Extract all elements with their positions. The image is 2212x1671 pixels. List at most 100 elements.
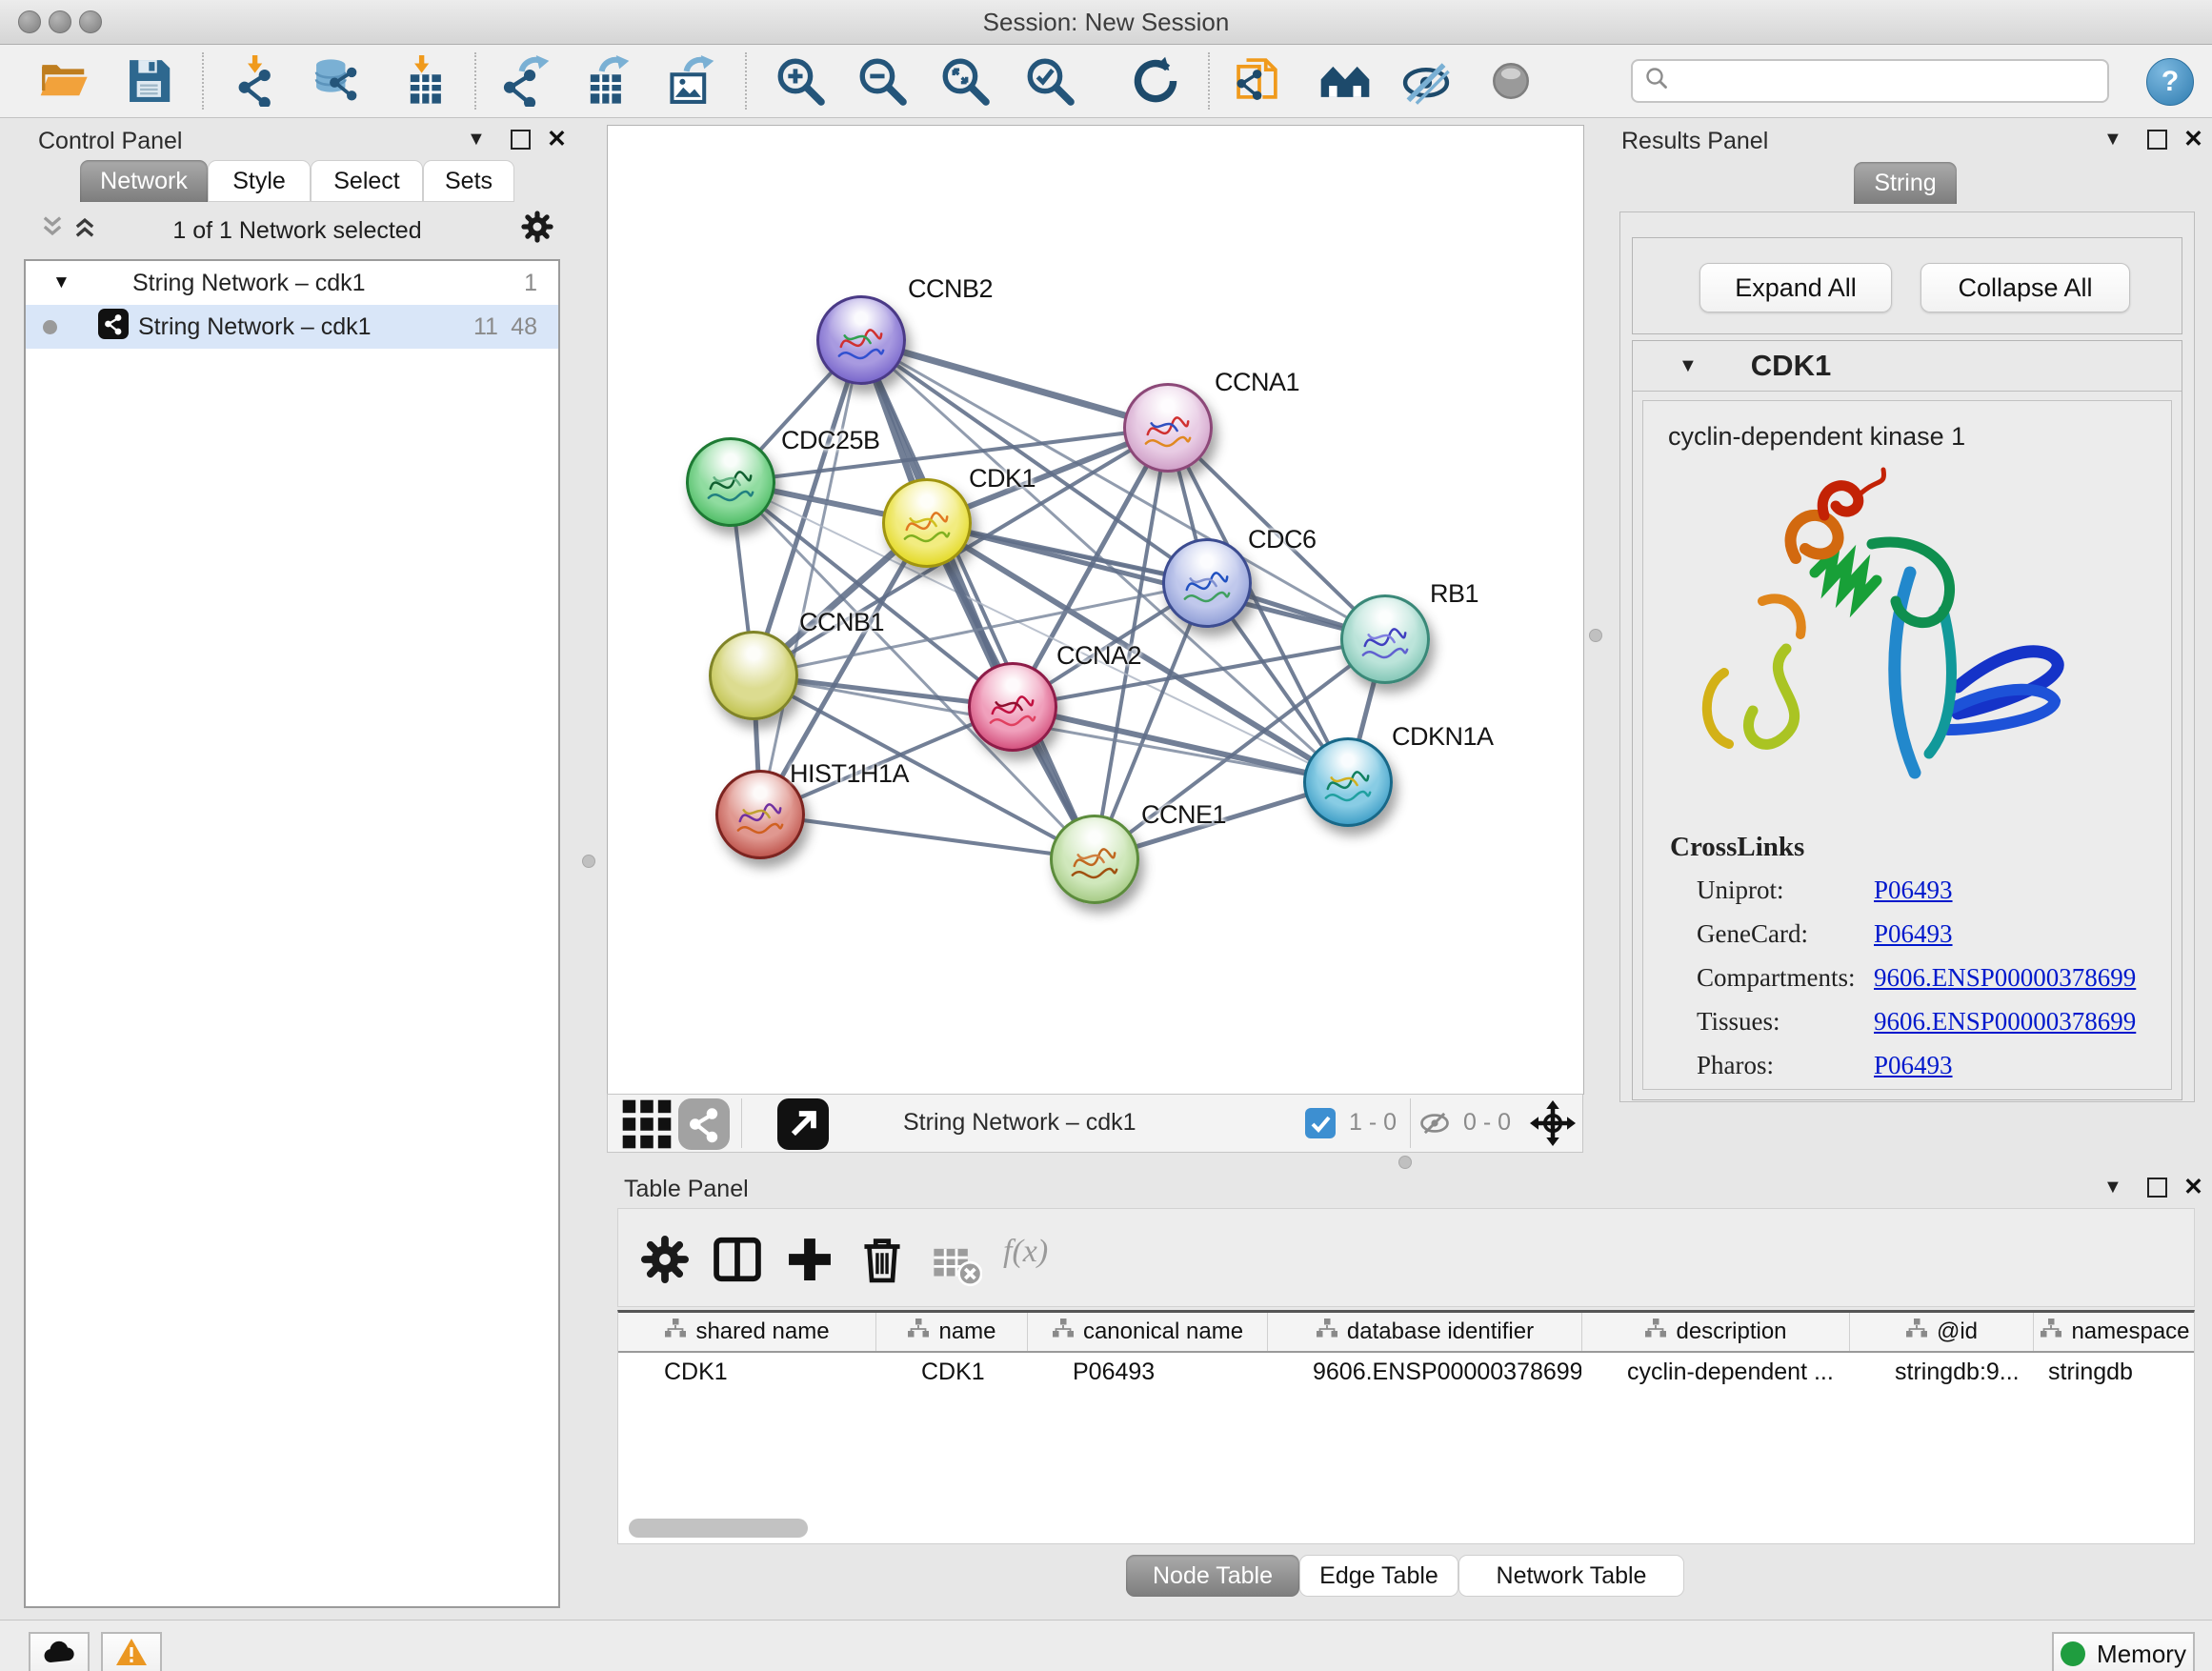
pan-crosshair-icon[interactable] [1530,1100,1576,1146]
node-rb1[interactable] [1340,594,1430,684]
gene-header-row[interactable]: ▼ CDK1 [1633,341,2182,392]
show-columns-icon[interactable] [710,1232,765,1287]
column-header-databaseidentifier[interactable]: database identifier [1267,1313,1581,1351]
control-panel-float-icon[interactable] [511,130,531,150]
main-toolbar: ? [0,45,2212,118]
string-document-share-icon[interactable] [1232,53,1287,109]
memory-button[interactable]: Memory [2052,1632,2195,1671]
results-panel-close-icon[interactable]: ✕ [2183,125,2203,153]
function-builder-icon[interactable]: f(x) [1003,1234,1048,1270]
open-in-new-icon[interactable] [775,1097,831,1152]
warning-icon [115,1638,148,1671]
node-cdc6[interactable] [1162,538,1252,628]
eye-strikethrough-icon[interactable] [1398,53,1454,109]
export-image-icon[interactable] [662,53,717,109]
column-header-description[interactable]: description [1581,1313,1849,1351]
node-cdkn1a[interactable] [1303,737,1393,827]
delete-table-icon[interactable] [929,1236,984,1291]
table-gear-icon[interactable] [637,1232,693,1287]
node-ccna1[interactable] [1123,383,1213,473]
tab-node-table[interactable]: Node Table [1126,1555,1299,1597]
expand-all-button[interactable]: Expand All [1699,263,1892,312]
chevron-double-up-icon[interactable] [70,213,99,245]
left-splitter-handle[interactable] [582,855,595,868]
toolbar-separator [1208,52,1210,110]
tree-hierarchy-icon [1905,1319,1928,1346]
network-canvas[interactable]: CCNB2CCNA1CDC25BCDK1CDC6RB1CCNB1CCNA2CDK… [607,125,1584,1095]
control-panel-menu-icon[interactable]: ▼ [467,129,486,151]
save-session-icon[interactable] [123,53,178,109]
houses-icon[interactable] [1317,53,1373,109]
tab-edge-table[interactable]: Edge Table [1299,1555,1458,1597]
column-header-name[interactable]: name [875,1313,1027,1351]
control-panel-close-icon[interactable]: ✕ [547,125,567,153]
table-panel-menu-icon[interactable]: ▼ [2103,1177,2122,1198]
import-table-icon[interactable] [397,53,452,109]
cloud-button[interactable] [29,1632,90,1671]
search-box[interactable] [1631,59,2109,103]
search-input[interactable] [1671,67,2084,95]
tab-network-table[interactable]: Network Table [1458,1555,1684,1597]
chevron-double-down-icon[interactable] [38,213,67,245]
crosslink-link[interactable]: 9606.ENSP00000378699 [1874,1007,2136,1037]
import-database-icon[interactable] [310,53,365,109]
create-column-icon[interactable] [782,1232,837,1287]
protein-ribbon-icon [1179,562,1235,614]
delete-column-icon[interactable] [855,1232,910,1287]
results-panel-float-icon[interactable] [2147,130,2167,150]
crosslink-link[interactable]: 9606.ENSP00000378699 [1874,963,2136,993]
table-row[interactable]: CDK1CDK1P064939606.ENSP00000378699cyclin… [618,1353,2194,1391]
export-table-icon[interactable] [577,53,633,109]
table-panel-close-icon[interactable]: ✕ [2183,1173,2203,1201]
open-session-icon[interactable] [37,53,92,109]
node-ccna2[interactable] [968,662,1057,752]
column-header-id[interactable]: @id [1849,1313,2033,1351]
import-network-icon[interactable] [231,53,286,109]
node-ccne1[interactable] [1050,815,1139,904]
zoom-fit-icon[interactable] [937,53,993,109]
zoom-selected-icon[interactable] [1022,53,1077,109]
table-cell: 9606.ENSP00000378699 [1267,1353,1581,1391]
column-header-sharedname[interactable]: shared name [618,1313,875,1351]
share-view-icon[interactable] [676,1097,732,1152]
protein-ribbon-icon [985,686,1040,737]
horizontal-splitter-handle[interactable] [1398,1156,1412,1169]
tab-sets[interactable]: Sets [423,160,514,202]
column-header-canonicalname[interactable]: canonical name [1027,1313,1267,1351]
crosslink-link[interactable]: P06493 [1874,1051,1953,1080]
tree-hierarchy-icon [1316,1319,1338,1346]
column-header-namespace[interactable]: namespace [2033,1313,2195,1351]
tab-select[interactable]: Select [311,160,423,202]
gear-icon[interactable] [520,210,554,249]
warning-button[interactable] [101,1632,162,1671]
selected-checkbox-icon[interactable] [1305,1108,1336,1138]
protein-ribbon-icon [1357,618,1413,670]
node-cdk1[interactable] [882,478,972,568]
node-cdc25b[interactable] [686,437,775,527]
collapse-entry-icon[interactable]: ▼ [1679,355,1698,377]
zoom-in-icon[interactable] [773,53,828,109]
grid-view-icon[interactable] [619,1097,674,1152]
hidden-eye-icon[interactable] [1418,1106,1452,1140]
eye-disabled-icon[interactable] [1483,53,1538,109]
tab-network[interactable]: Network [80,160,208,202]
refresh-icon[interactable] [1128,53,1183,109]
network-collection-row[interactable]: ▼ String Network – cdk1 1 [26,261,558,305]
table-horizontal-scrollbar[interactable] [629,1519,808,1538]
table-panel-float-icon[interactable] [2147,1178,2167,1198]
tab-string[interactable]: String [1854,162,1957,204]
tab-style[interactable]: Style [208,160,311,202]
export-network-icon[interactable] [497,53,553,109]
help-button[interactable]: ? [2146,58,2194,106]
zoom-out-icon[interactable] [855,53,910,109]
crosslink-link[interactable]: P06493 [1874,919,1953,949]
network-row-selected[interactable]: String Network – cdk1 11 48 [26,305,558,349]
collapse-arrow-icon[interactable]: ▼ [52,272,70,293]
results-panel-menu-icon[interactable]: ▼ [2103,129,2122,151]
collapse-all-button[interactable]: Collapse All [1920,263,2130,312]
node-ccnb1[interactable] [709,631,798,720]
node-ccnb2[interactable] [816,295,906,385]
crosslink-link[interactable]: P06493 [1874,876,1953,905]
right-splitter-handle[interactable] [1589,629,1602,642]
table-cell: P06493 [1027,1353,1267,1391]
